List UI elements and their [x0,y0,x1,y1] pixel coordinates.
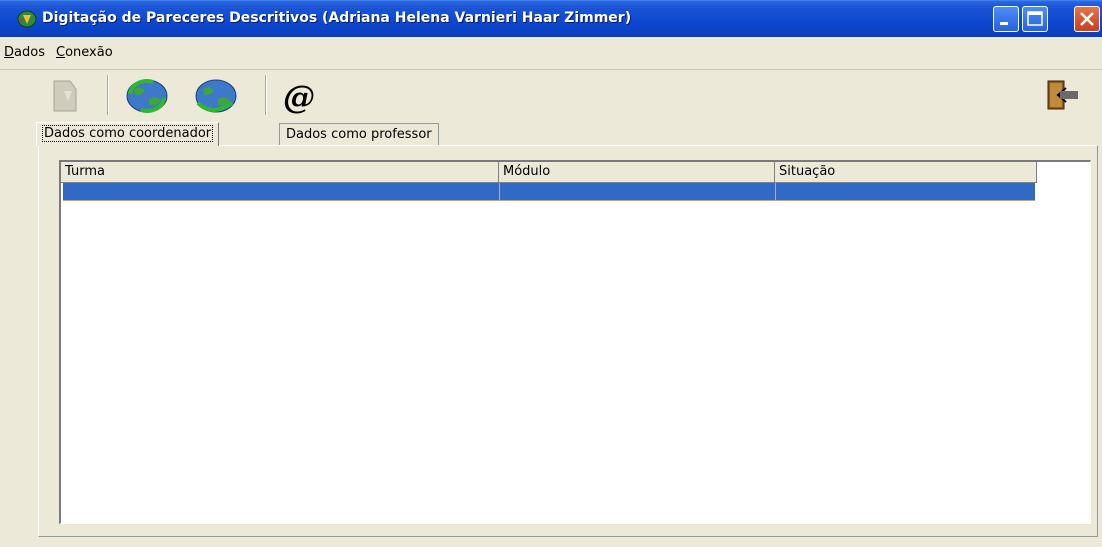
minimize-button[interactable] [993,6,1019,32]
row-focus-border [63,200,1035,201]
column-header-turma[interactable]: Turma [61,162,499,183]
app-icon [17,10,37,28]
document-button[interactable] [46,77,86,115]
svg-text:@: @ [283,78,315,115]
tab-professor[interactable]: Dados como professor [279,123,439,145]
menu-conexao[interactable]: Conexão [56,45,113,60]
maximize-button[interactable] [1022,6,1048,32]
document-icon [53,80,77,112]
title-bar: Digitação de Pareceres Descritivos (Adri… [0,0,1102,37]
globe-refresh-icon [126,79,168,113]
menu-bar: Dados Conexão [0,37,1102,70]
cell-divider [775,183,776,201]
window-title: Digitação de Pareceres Descritivos (Adri… [42,10,632,26]
close-button[interactable] [1074,6,1100,32]
menu-dados[interactable]: Dados [4,45,45,60]
refresh-button[interactable] [125,77,168,115]
table-row[interactable] [63,183,1035,201]
close-icon [1080,12,1094,26]
at-sign-icon: @ [283,78,315,115]
send-button[interactable] [194,77,237,115]
email-button[interactable]: @ [281,77,321,115]
cell-divider [499,183,500,201]
column-header-modulo[interactable]: Módulo [499,162,775,183]
toolbar-divider [265,75,267,115]
exit-button[interactable] [1044,78,1080,112]
toolbar-divider [107,75,109,115]
tab-coordenador[interactable]: Dados como coordenador [36,122,220,146]
turmas-grid[interactable]: Turma Módulo Situação [59,160,1091,524]
exit-door-icon [1047,80,1078,110]
minimize-icon [1000,22,1008,25]
globe-send-icon [195,79,237,113]
maximize-icon [1027,11,1043,26]
column-header-situacao[interactable]: Situação [775,162,1037,183]
